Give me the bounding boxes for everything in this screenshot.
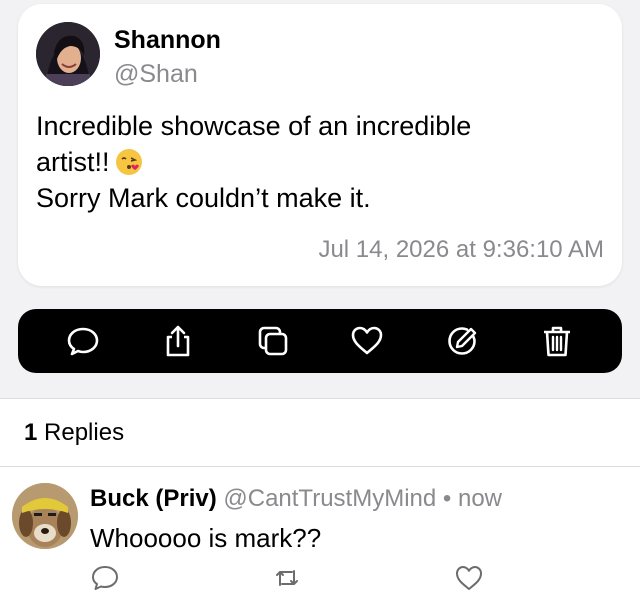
reply-time: now — [457, 485, 503, 512]
reply-repost-button[interactable] — [272, 563, 302, 593]
divider — [0, 466, 640, 467]
author-name[interactable]: Shannon — [114, 26, 221, 55]
reply-author-name[interactable]: Buck (Priv) — [90, 485, 217, 512]
reply-comment-button[interactable] — [90, 563, 120, 593]
post-action-bar — [18, 309, 622, 373]
post-body-line-3: Sorry Mark couldn’t make it. — [36, 183, 371, 213]
reply-body: Whooooo is mark?? — [90, 523, 322, 553]
post-body: Incredible showcase of an incredible art… — [36, 108, 596, 216]
heart-icon — [456, 566, 482, 590]
heart-icon — [351, 326, 383, 355]
copy-button[interactable] — [251, 319, 295, 363]
replies-count-number: 1 — [24, 419, 38, 446]
share-button[interactable] — [156, 319, 200, 363]
comment-button[interactable] — [61, 319, 105, 363]
replies-section: 1 Replies Buck (Priv) @CantTrustMyMind •… — [0, 398, 640, 610]
author-avatar[interactable] — [36, 22, 100, 86]
reply-header: Buck (Priv) @CantTrustMyMind • now — [90, 485, 502, 513]
trash-icon — [543, 326, 570, 357]
reply-like-button[interactable] — [454, 563, 484, 593]
edit-icon — [448, 327, 477, 355]
delete-button[interactable] — [535, 319, 579, 363]
replies-count-label: Replies — [44, 419, 125, 446]
share-icon — [166, 325, 190, 357]
replies-count: 1 Replies — [24, 419, 124, 447]
like-button[interactable] — [345, 319, 389, 363]
reply-avatar[interactable] — [12, 483, 78, 549]
edit-button[interactable] — [440, 319, 484, 363]
post-card: Shannon @Shan Incredible showcase of an … — [18, 4, 622, 286]
reply-actions — [90, 563, 490, 593]
comment-icon — [68, 327, 99, 356]
post-body-line-2-text: artist!! — [36, 147, 110, 177]
author-handle[interactable]: @Shan — [114, 60, 198, 89]
repost-icon — [276, 570, 298, 586]
copy-icon — [258, 326, 287, 356]
reply-separator: • — [442, 485, 452, 512]
comment-icon — [92, 566, 118, 590]
reply-author-handle[interactable]: @CantTrustMyMind — [223, 485, 436, 512]
post-body-line-2: artist!! — [36, 144, 596, 180]
post-body-line-1: Incredible showcase of an incredible — [36, 111, 472, 141]
kissing-emoji-icon — [115, 149, 142, 175]
post-timestamp: Jul 14, 2026 at 9:36:10 AM — [318, 236, 604, 263]
